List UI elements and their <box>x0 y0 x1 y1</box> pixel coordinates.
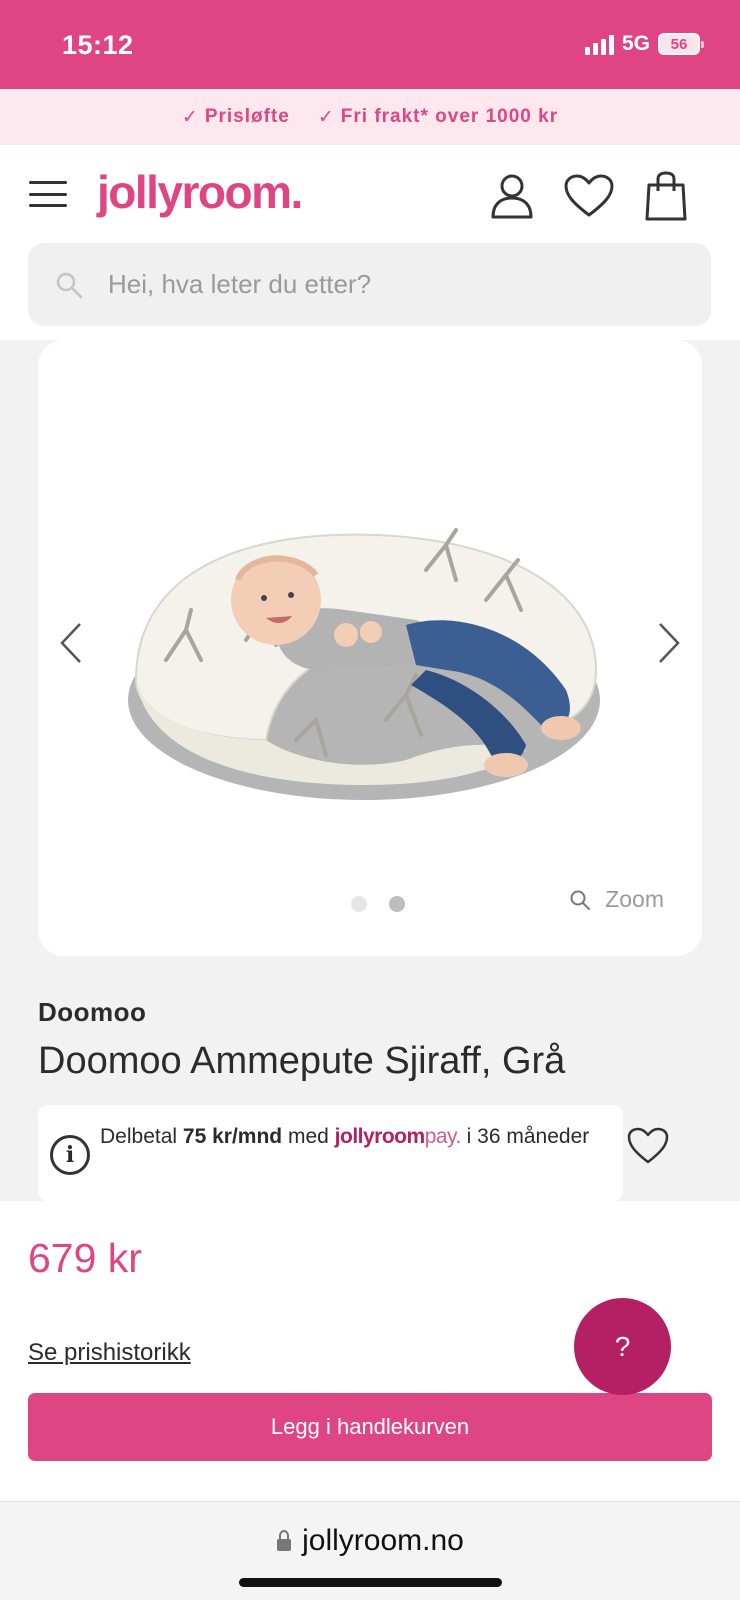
url-text: jollyroom.no <box>302 1524 464 1557</box>
status-indicators: 5G 56 <box>584 32 704 56</box>
user-icon[interactable] <box>490 173 534 219</box>
zoom-button[interactable]: Zoom <box>569 886 664 913</box>
installment-amount: 75 kr/mnd <box>182 1125 283 1148</box>
zoom-label: Zoom <box>605 886 664 912</box>
search-input[interactable] <box>108 269 668 300</box>
installment-text: Delbetal 75 kr/mnd med jollyroompay. i 3… <box>100 1119 610 1154</box>
site-header: jollyroom. <box>0 145 740 340</box>
wishlist-heart-icon[interactable] <box>626 1126 670 1166</box>
promo-bar: ✓ Prisløfte ✓ Fri frakt* over 1000 kr <box>0 89 740 145</box>
browser-address-bar[interactable]: jollyroom.no <box>0 1501 740 1600</box>
product-gallery: Zoom <box>38 340 702 956</box>
signal-icon <box>584 33 614 55</box>
price-history-link[interactable]: Se prishistorikk <box>28 1339 191 1367</box>
product-price: 679 kr <box>28 1235 142 1281</box>
shopping-bag-icon[interactable] <box>645 171 687 221</box>
help-button[interactable]: ? <box>574 1298 671 1395</box>
add-to-cart-button[interactable]: Legg i handlekurven <box>28 1393 712 1461</box>
pay-brand: jollyroom <box>334 1125 426 1148</box>
product-image[interactable] <box>126 510 606 810</box>
status-time: 15:12 <box>62 30 134 60</box>
promo-label: Fri frakt* over 1000 kr <box>340 106 559 127</box>
installment-suffix: i 36 måneder <box>466 1125 590 1148</box>
url-display[interactable]: jollyroom.no <box>0 1524 740 1558</box>
info-icon[interactable]: i <box>50 1135 90 1175</box>
heart-icon[interactable] <box>563 173 615 219</box>
jollyroompay-logo: jollyroompay. <box>334 1125 462 1148</box>
home-indicator[interactable] <box>239 1578 502 1587</box>
pay-suffix: pay. <box>424 1125 462 1148</box>
status-bar: 15:12 5G 56 <box>0 0 740 89</box>
chevron-right-icon[interactable] <box>654 620 684 666</box>
battery-icon: 56 <box>658 33 704 55</box>
purchase-panel: 679 kr Se prishistorikk Legg i handlekur… <box>0 1201 740 1501</box>
gallery-dot-active[interactable] <box>389 896 405 912</box>
product-brand[interactable]: Doomoo <box>38 997 146 1028</box>
search-bar[interactable] <box>28 243 711 326</box>
promo-item-free-shipping: ✓ Fri frakt* over 1000 kr <box>318 106 558 129</box>
check-icon: ✓ <box>317 106 335 128</box>
installment-info: i Delbetal 75 kr/mnd med jollyroompay. i… <box>38 1105 623 1201</box>
lock-icon <box>277 1530 292 1551</box>
chevron-left-icon[interactable] <box>56 620 86 666</box>
search-icon <box>56 272 83 298</box>
menu-icon[interactable] <box>29 181 67 207</box>
gallery-pagination <box>351 896 405 912</box>
battery-level: 56 <box>670 35 688 53</box>
promo-item-price-promise: ✓ Prisløfte <box>182 106 290 129</box>
check-icon: ✓ <box>181 106 199 128</box>
product-title: Doomoo Ammepute Sjiraff, Grå <box>38 1040 566 1082</box>
magnifier-icon <box>570 890 591 910</box>
installment-prefix: Delbetal <box>100 1125 178 1148</box>
installment-middle: med <box>287 1125 329 1148</box>
promo-label: Prisløfte <box>204 106 290 127</box>
gallery-dot[interactable] <box>351 896 367 912</box>
network-type: 5G <box>621 32 650 55</box>
site-logo[interactable]: jollyroom. <box>97 165 303 219</box>
